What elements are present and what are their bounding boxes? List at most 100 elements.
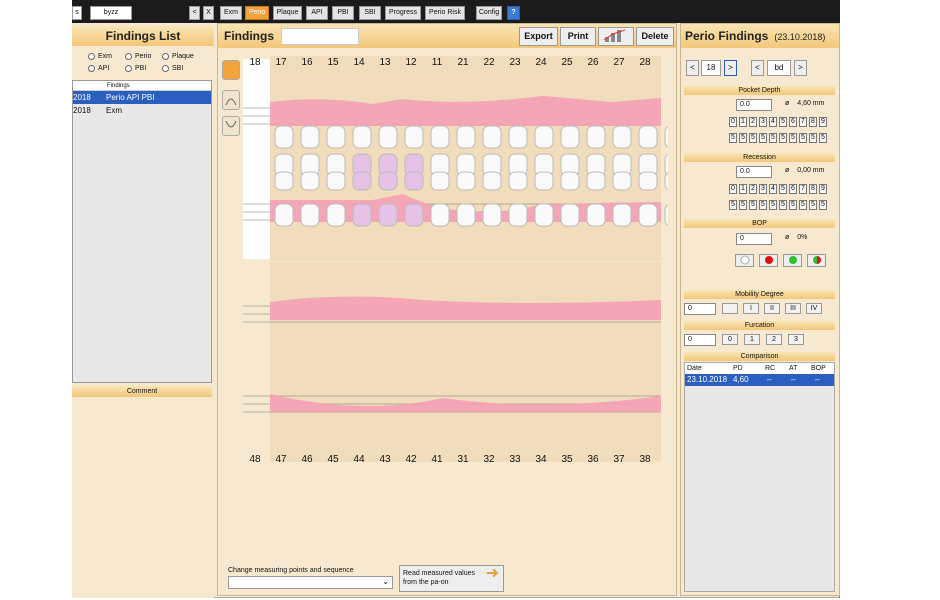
tooth-shape[interactable] (638, 171, 658, 191)
tooth-shape[interactable] (508, 203, 528, 227)
upper-tooth-number[interactable]: 24 (531, 57, 551, 68)
recession-value-cell[interactable]: 5 (789, 200, 797, 210)
upper-tooth-number[interactable]: 27 (609, 57, 629, 68)
upper-tooth-number[interactable]: 25 (557, 57, 577, 68)
pocket-depth-digit-button[interactable]: 5 (779, 117, 787, 127)
bop-input[interactable]: 0 (736, 233, 772, 245)
pocket-depth-value-cell[interactable]: 5 (729, 133, 737, 143)
lower-tooth-number[interactable]: 43 (375, 454, 395, 465)
lower-tooth-number[interactable]: 46 (297, 454, 317, 465)
pocket-depth-input[interactable]: 0.0 (736, 99, 772, 111)
recession-digit-button[interactable]: 3 (759, 184, 767, 194)
tooth-shape[interactable] (534, 203, 554, 227)
chart-icon[interactable] (598, 27, 634, 46)
lower-tooth-number[interactable]: 31 (453, 454, 473, 465)
tooth-shape[interactable] (482, 125, 502, 149)
close-button[interactable]: X (203, 6, 214, 20)
lower-tooth-number[interactable]: 42 (401, 454, 421, 465)
tooth-shape[interactable] (534, 171, 554, 191)
tooth-shape[interactable] (664, 126, 668, 148)
tb-exm-button[interactable]: Exm (220, 6, 242, 20)
upper-tooth-number[interactable]: 11 (427, 57, 447, 68)
measuring-sequence-select[interactable]: ⌄ (228, 576, 393, 589)
recession-input[interactable]: 0.0 (736, 166, 772, 178)
lower-tooth-number[interactable]: 36 (583, 454, 603, 465)
tooth-shape[interactable] (404, 171, 424, 191)
tooth-shape[interactable] (378, 171, 398, 191)
tb-sbi-button[interactable]: SBI (359, 6, 381, 20)
radio-pbi[interactable]: PBI (125, 65, 146, 72)
recession-digit-button[interactable]: 8 (809, 184, 817, 194)
pocket-depth-digit-button[interactable]: 4 (769, 117, 777, 127)
recession-value-cell[interactable]: 5 (779, 200, 787, 210)
tooth-shape[interactable] (430, 171, 450, 191)
mobility-option-button[interactable]: III (785, 303, 801, 314)
pocket-depth-digit-button[interactable]: 1 (739, 117, 747, 127)
recession-value-cell[interactable]: 5 (819, 200, 827, 210)
tooth-shape[interactable] (456, 171, 476, 191)
pocket-depth-value-cell[interactable]: 5 (769, 133, 777, 143)
tooth-shape[interactable] (326, 203, 346, 227)
lower-tooth-number[interactable]: 48 (245, 454, 265, 465)
upper-tooth-number[interactable]: 12 (401, 57, 421, 68)
patient-field-2[interactable]: byzz (90, 6, 132, 20)
furcation-option-button[interactable]: 3 (788, 334, 804, 345)
findings-name-input[interactable] (281, 28, 359, 45)
tooth-shape[interactable] (300, 203, 320, 227)
recession-digit-button[interactable]: 7 (799, 184, 807, 194)
upper-tooth-number[interactable]: 22 (479, 57, 499, 68)
tooth-shape[interactable] (404, 125, 424, 149)
list-item[interactable]: 2018 Perio API PBI (73, 91, 211, 104)
bop-suppuration-button[interactable] (783, 254, 802, 267)
tooth-shape[interactable] (612, 171, 632, 191)
tb-progress-button[interactable]: Progress (385, 6, 421, 20)
tooth-shape[interactable] (300, 171, 320, 191)
mobility-option-button[interactable]: II (764, 303, 780, 314)
list-item[interactable]: 2018 Exm (73, 104, 211, 117)
tb-api-button[interactable]: API (306, 6, 328, 20)
upper-tooth-number[interactable]: 21 (453, 57, 473, 68)
recession-value-cell[interactable]: 5 (769, 200, 777, 210)
tooth-shape[interactable] (404, 203, 424, 227)
tooth-shape[interactable] (560, 125, 580, 149)
comparison-row[interactable]: 23.10.2018 4,60 – – – (685, 374, 834, 386)
upper-jaw-view-icon[interactable] (222, 60, 240, 80)
lower-tooth-number[interactable]: 33 (505, 454, 525, 465)
recession-digit-button[interactable]: 0 (729, 184, 737, 194)
recession-digit-button[interactable]: 1 (739, 184, 747, 194)
radio-plaque[interactable]: Plaque (162, 53, 194, 60)
radio-perio[interactable]: Perio (125, 53, 151, 60)
arch-down-icon[interactable] (222, 116, 240, 136)
arch-up-icon[interactable] (222, 90, 240, 110)
tooth-shape[interactable] (430, 203, 450, 227)
upper-tooth-number[interactable]: 15 (323, 57, 343, 68)
surface-field[interactable]: bd (767, 60, 791, 76)
tooth-shape[interactable] (586, 203, 606, 227)
recession-digit-button[interactable]: 4 (769, 184, 777, 194)
tooth-shape[interactable] (326, 171, 346, 191)
tooth-shape[interactable] (560, 171, 580, 191)
furcation-option-button[interactable]: 1 (744, 334, 760, 345)
upper-tooth-number[interactable]: 23 (505, 57, 525, 68)
tooth-shape[interactable] (638, 203, 658, 227)
tooth-shape[interactable] (612, 203, 632, 227)
surface-next-button[interactable]: > (794, 60, 807, 76)
tooth-shape[interactable] (664, 172, 668, 190)
lower-tooth-number[interactable]: 37 (609, 454, 629, 465)
help-icon[interactable]: ? (507, 6, 520, 20)
pocket-depth-digit-button[interactable]: 7 (799, 117, 807, 127)
pocket-depth-digit-button[interactable]: 2 (749, 117, 757, 127)
furcation-input[interactable]: 0 (684, 334, 716, 346)
tb-config-button[interactable]: Config (476, 6, 502, 20)
tooth-shape[interactable] (274, 125, 294, 149)
upper-tooth-number[interactable]: 16 (297, 57, 317, 68)
tooth-shape[interactable] (586, 171, 606, 191)
tooth-shape[interactable] (300, 125, 320, 149)
lower-tooth-number[interactable]: 32 (479, 454, 499, 465)
upper-tooth-number[interactable]: 14 (349, 57, 369, 68)
pocket-depth-digit-button[interactable]: 0 (729, 117, 737, 127)
lower-tooth-number[interactable]: 34 (531, 454, 551, 465)
export-button[interactable]: Export (519, 27, 558, 46)
comment-button[interactable]: Comment (72, 386, 212, 397)
patient-field-1[interactable]: s (72, 6, 82, 20)
